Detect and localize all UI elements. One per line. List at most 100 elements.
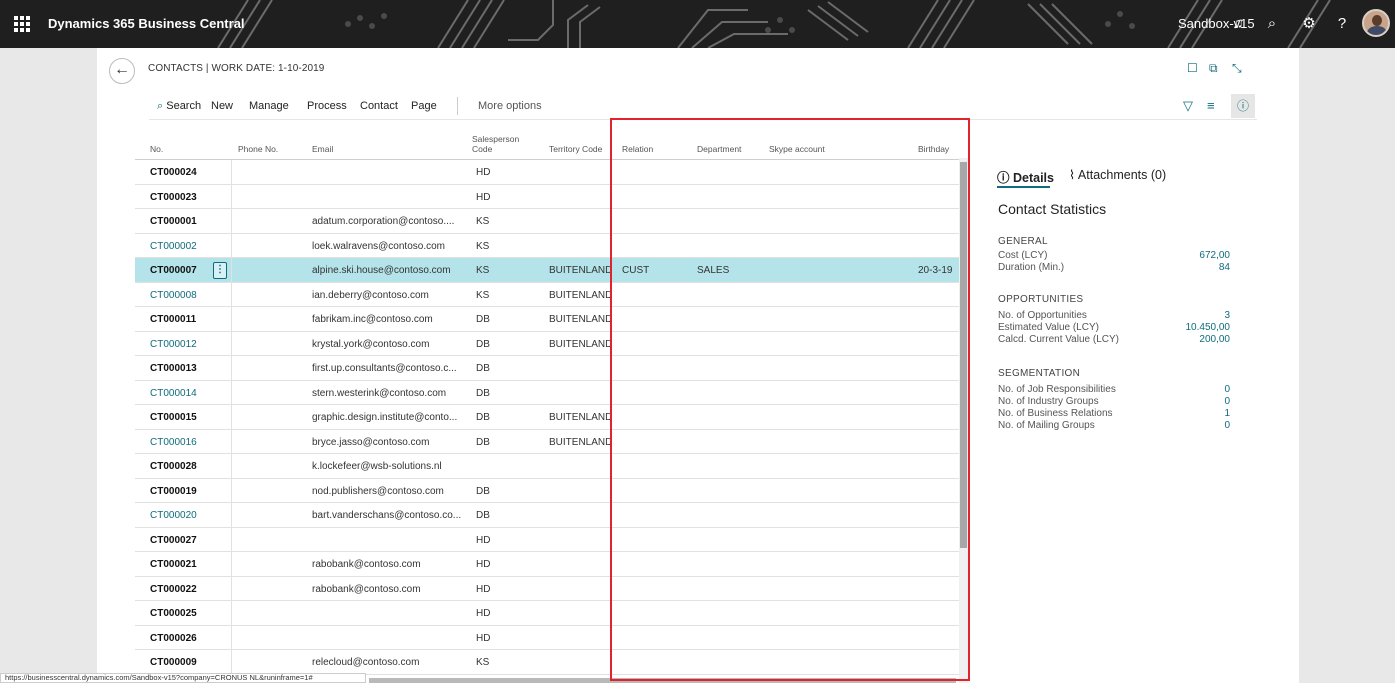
search-icon[interactable]: ⌕ xyxy=(1261,13,1283,35)
table-row[interactable]: CT000025 HD xyxy=(135,601,961,626)
cell-salesperson: DB xyxy=(476,338,490,350)
cell-salesperson: DB xyxy=(476,436,490,448)
vertical-scrollbar[interactable] xyxy=(959,158,968,683)
horizontal-scrollbar[interactable] xyxy=(369,678,956,683)
cell-no[interactable]: CT000022 xyxy=(150,584,230,595)
more-dots-icon[interactable]: ⋮ xyxy=(213,262,227,279)
tab-details[interactable]: ⓘ Details xyxy=(997,167,1054,186)
cell-no[interactable]: CT000023 xyxy=(150,192,230,203)
cell-email[interactable]: alpine.ski.house@contoso.com xyxy=(312,265,451,276)
filter-icon[interactable]: ▽ xyxy=(1183,98,1193,114)
table-row[interactable]: CT000024 HD xyxy=(135,160,961,185)
cell-email[interactable]: nod.publishers@contoso.com xyxy=(312,486,444,497)
table-row[interactable]: CT000009 relecloud@contoso.com KS xyxy=(135,650,961,675)
cell-no[interactable]: CT000027 xyxy=(150,535,230,546)
table-row[interactable]: CT000020 bart.vanderschans@contoso.co... D… xyxy=(135,503,961,528)
list-view-icon[interactable]: ≡ xyxy=(1207,98,1215,113)
collapse-icon[interactable]: ⤡ xyxy=(1232,61,1242,76)
cell-no[interactable]: CT000014 xyxy=(150,388,230,399)
cell-email[interactable]: bryce.jasso@contoso.com xyxy=(312,437,429,448)
cell-no[interactable]: CT000019 xyxy=(150,486,230,497)
table-row[interactable]: CT000028 k.lockefeer@wsb-solutions.nl xyxy=(135,454,961,479)
table-row[interactable]: CT000013 first.up.consultants@contoso.c..… xyxy=(135,356,961,381)
cell-no[interactable]: CT000024 xyxy=(150,167,230,178)
contact-action[interactable]: Contact xyxy=(360,100,398,112)
cell-email[interactable]: first.up.consultants@contoso.c... xyxy=(312,363,457,374)
cell-no[interactable]: CT000026 xyxy=(150,633,230,644)
col-department[interactable]: Department xyxy=(697,144,741,154)
help-icon[interactable]: ? xyxy=(1331,13,1353,35)
cell-no[interactable]: CT000015 xyxy=(150,412,230,423)
cell-email[interactable]: graphic.design.institute@conto... xyxy=(312,412,457,423)
cell-email[interactable]: stern.westerink@contoso.com xyxy=(312,388,446,399)
table-row[interactable]: CT000007 alpine.ski.house@contoso.com KS BU… xyxy=(135,258,961,283)
cell-email[interactable]: loek.walravens@contoso.com xyxy=(312,241,445,252)
bookmark-icon[interactable]: ☐ xyxy=(1187,61,1198,75)
cell-email[interactable]: bart.vanderschans@contoso.co... xyxy=(312,510,461,521)
product-name[interactable]: Dynamics 365 Business Central xyxy=(48,16,245,31)
table-row[interactable]: CT000026 HD xyxy=(135,625,961,650)
open-new-window-icon[interactable]: ⧉ xyxy=(1209,61,1218,76)
table-row[interactable]: CT000023 HD xyxy=(135,184,961,209)
gear-icon[interactable]: ⚙ xyxy=(1298,13,1320,35)
cell-email[interactable]: rabobank@contoso.com xyxy=(312,559,421,570)
column-separator xyxy=(231,160,232,184)
cell-no[interactable]: CT000009 xyxy=(150,657,230,668)
manage-action[interactable]: Manage xyxy=(249,100,289,112)
cell-no[interactable]: CT000021 xyxy=(150,559,230,570)
col-relation[interactable]: Relation xyxy=(622,144,653,154)
scrollbar-thumb[interactable] xyxy=(960,162,967,548)
cell-no[interactable]: CT000028 xyxy=(150,461,230,472)
avatar[interactable] xyxy=(1362,9,1390,37)
tab-attachments[interactable]: ⌇ Attachments (0) xyxy=(1069,167,1166,182)
cell-no[interactable]: CT000025 xyxy=(150,608,230,619)
cell-salesperson: KS xyxy=(476,289,490,301)
table-row[interactable]: CT000019 nod.publishers@contoso.com DB xyxy=(135,478,961,503)
col-territory[interactable]: Territory Code xyxy=(549,144,602,154)
table-row[interactable]: CT000012 krystal.york@contoso.com DB BUITEN… xyxy=(135,331,961,356)
col-skype[interactable]: Skype account xyxy=(769,144,825,154)
column-separator xyxy=(231,356,232,380)
cell-no[interactable]: CT000011 xyxy=(150,314,230,325)
table-row[interactable]: CT000002 loek.walravens@contoso.com KS xyxy=(135,233,961,258)
col-no[interactable]: No. xyxy=(150,144,163,154)
cell-email[interactable]: ian.deberry@contoso.com xyxy=(312,290,429,301)
column-separator xyxy=(231,429,232,453)
cell-email[interactable]: k.lockefeer@wsb-solutions.nl xyxy=(312,461,442,472)
cell-email[interactable]: rabobank@contoso.com xyxy=(312,584,421,595)
table-row[interactable]: CT000015 graphic.design.institute@conto..… xyxy=(135,405,961,430)
table-row[interactable]: CT000001 adatum.corporation@contoso.... KS xyxy=(135,209,961,234)
col-email[interactable]: Email xyxy=(312,144,333,154)
back-arrow-icon[interactable]: ← xyxy=(109,58,135,84)
table-row[interactable]: CT000011 fabrikam.inc@contoso.com DB BUITEN… xyxy=(135,307,961,332)
table-row[interactable]: CT000014 stern.westerink@contoso.com DB xyxy=(135,380,961,405)
cell-no[interactable]: CT000020 xyxy=(150,510,230,521)
page-action[interactable]: Page xyxy=(411,100,437,112)
process-action[interactable]: Process xyxy=(307,100,347,112)
table-row[interactable]: CT000021 rabobank@contoso.com HD xyxy=(135,552,961,577)
col-salesperson[interactable]: Salesperson Code xyxy=(472,134,520,154)
cell-no[interactable]: CT000001 xyxy=(150,216,230,227)
table-row[interactable]: CT000008 ian.deberry@contoso.com KS BUITENL… xyxy=(135,282,961,307)
table-row[interactable]: CT000027 HD xyxy=(135,527,961,552)
cell-no[interactable]: CT000012 xyxy=(150,339,230,350)
waffle-icon[interactable] xyxy=(14,16,30,32)
new-action[interactable]: New xyxy=(211,100,233,112)
column-separator xyxy=(231,209,232,233)
table-row[interactable]: CT000022 rabobank@contoso.com HD xyxy=(135,576,961,601)
cell-email[interactable]: relecloud@contoso.com xyxy=(312,657,419,668)
bell-icon[interactable]: ♫ xyxy=(1227,13,1249,35)
cell-no[interactable]: CT000013 xyxy=(150,363,230,374)
cell-no[interactable]: CT000002 xyxy=(150,241,230,252)
cell-no[interactable]: CT000016 xyxy=(150,437,230,448)
table-row[interactable]: CT000016 bryce.jasso@contoso.com DB BUITENL… xyxy=(135,429,961,454)
cell-email[interactable]: fabrikam.inc@contoso.com xyxy=(312,314,433,325)
cell-email[interactable]: adatum.corporation@contoso.... xyxy=(312,216,454,227)
col-phone[interactable]: Phone No. xyxy=(238,144,278,154)
search-action[interactable]: ⌕ Search xyxy=(157,100,201,113)
col-birthday[interactable]: Birthday xyxy=(918,144,949,154)
info-icon[interactable]: ⓘ xyxy=(1231,94,1255,118)
cell-no[interactable]: CT000008 xyxy=(150,290,230,301)
more-options-action[interactable]: More options xyxy=(478,100,542,112)
cell-email[interactable]: krystal.york@contoso.com xyxy=(312,339,429,350)
